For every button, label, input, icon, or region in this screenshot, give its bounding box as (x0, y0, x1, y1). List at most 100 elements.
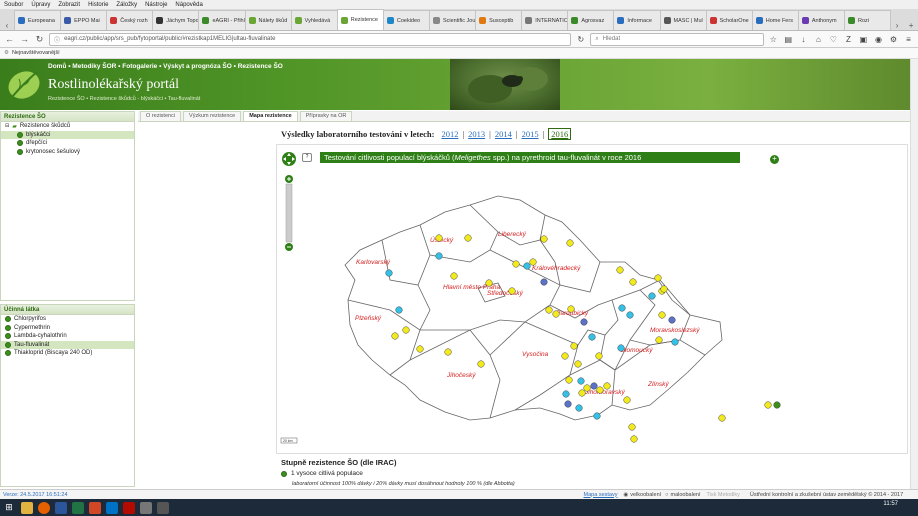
sample-point[interactable] (512, 260, 520, 268)
sample-point[interactable] (435, 234, 443, 242)
sample-point[interactable] (655, 336, 663, 344)
content-tab[interactable]: Mapa rezistence (243, 111, 298, 121)
sample-point[interactable] (603, 382, 611, 390)
sample-point[interactable] (485, 279, 493, 287)
sample-point[interactable] (565, 376, 573, 384)
browser-tab[interactable]: Susceptib (475, 10, 523, 30)
browser-tab[interactable]: Anthonym (797, 10, 845, 30)
browser-tab[interactable]: ScholarOne (705, 10, 753, 30)
sample-point[interactable] (575, 404, 583, 412)
hamburger-menu-icon[interactable]: ≡ (903, 33, 914, 45)
sample-point[interactable] (654, 274, 662, 282)
browser-tab[interactable]: Jáchym Topo (152, 10, 200, 30)
browser-tab[interactable]: Informace (613, 10, 661, 30)
sample-point[interactable] (590, 382, 598, 390)
sample-point[interactable] (529, 258, 537, 266)
browser-tab[interactable]: Europeana (14, 10, 62, 30)
breadcrumb[interactable]: Rezistence ŠO • Rezistence škůdců - blýs… (48, 96, 200, 102)
sample-point[interactable] (508, 287, 516, 295)
sample-point[interactable] (628, 423, 636, 431)
app-icon[interactable] (140, 501, 152, 514)
substance-item[interactable]: Tau-fluvalinát (1, 340, 134, 349)
substance-item[interactable]: Chlorpyrifos (1, 315, 134, 324)
settings-icon[interactable]: ⚙ (888, 33, 899, 45)
sample-point[interactable] (570, 342, 578, 350)
year-link[interactable]: 2015 (522, 129, 539, 139)
year-link[interactable]: 2014 (495, 129, 512, 139)
reader-icon[interactable]: ▤ (783, 33, 794, 45)
substance-item[interactable]: Thiakloprid (Biscaya 240 OD) (1, 349, 134, 358)
sample-point[interactable] (464, 234, 472, 242)
menu-item[interactable]: Soubor (4, 2, 23, 8)
sample-point[interactable] (566, 239, 574, 247)
tree-item[interactable]: dřepčíci (1, 139, 134, 148)
app-icon[interactable] (157, 501, 169, 514)
browser-tab[interactable]: Rezistence (336, 9, 384, 30)
sample-point[interactable] (671, 338, 679, 346)
reload-button[interactable]: ↻ (34, 33, 45, 45)
sample-point[interactable] (773, 401, 781, 409)
sample-point[interactable] (596, 386, 604, 394)
browser-tab[interactable]: eAGRI - Přihlá (198, 10, 246, 30)
browser-tab[interactable]: Coekideo (382, 10, 430, 30)
browser-tab[interactable]: Český rozh (106, 10, 154, 30)
sample-point[interactable] (391, 332, 399, 340)
browser-tab[interactable]: MASC | Mul (659, 10, 707, 30)
browser-tab[interactable]: Agrosvaz (567, 10, 615, 30)
sample-point[interactable] (450, 272, 458, 280)
browser-tab[interactable]: Rozi (843, 10, 892, 30)
sample-point[interactable] (561, 352, 569, 360)
forward-button[interactable]: → (19, 33, 30, 45)
content-tab[interactable]: O rezistenci (140, 111, 182, 121)
star-icon[interactable]: ☆ (768, 33, 779, 45)
browser-tab[interactable]: INTERNATION (521, 10, 569, 30)
sample-point[interactable] (629, 278, 637, 286)
sample-point[interactable] (444, 348, 452, 356)
help-link[interactable]: Mapa sestavy (584, 492, 618, 498)
info-icon[interactable]: ⓘ (54, 35, 60, 44)
sample-point[interactable] (545, 306, 553, 314)
sample-point[interactable] (402, 326, 410, 334)
year-link[interactable]: 2012 (441, 129, 458, 139)
menu-item[interactable]: Historie (88, 2, 108, 8)
radio-large-icon[interactable]: ◉ (623, 492, 628, 498)
tab-scroll-right-icon[interactable]: › (890, 21, 904, 30)
sample-point[interactable] (540, 235, 548, 243)
menu-item[interactable]: Nástroje (145, 2, 167, 8)
portal-nav-links[interactable]: Domů • Metodiky ŠOR • Fotogalerie • Výsk… (48, 63, 283, 70)
browser-tab[interactable]: Vyhledává (290, 10, 338, 30)
screenshot-icon[interactable]: ▣ (858, 33, 869, 45)
sample-point[interactable] (567, 305, 575, 313)
outlook-icon[interactable] (106, 501, 118, 514)
substance-item[interactable]: Cypermethrin (1, 324, 134, 333)
windows-start-icon[interactable]: ⊞ (2, 502, 16, 513)
sample-point[interactable] (718, 414, 726, 422)
year-link[interactable]: 2016 (548, 128, 572, 140)
czech-regions-map[interactable]: ÚsteckýLibereckýKarlovarskýKrálovéhradec… (276, 140, 910, 450)
sample-point[interactable] (616, 266, 624, 274)
sample-point[interactable] (477, 360, 485, 368)
browser-tab[interactable]: Scientific Journ (428, 10, 477, 30)
sample-point[interactable] (574, 360, 582, 368)
sample-point[interactable] (562, 390, 570, 398)
sample-point[interactable] (385, 269, 393, 277)
sample-point[interactable] (660, 285, 668, 293)
sample-point[interactable] (630, 435, 638, 443)
year-link[interactable]: 2013 (468, 129, 485, 139)
sample-point[interactable] (578, 389, 586, 397)
sample-point[interactable] (668, 316, 676, 324)
bookmark-most-visited[interactable]: Nejnavštěvovanější (12, 50, 60, 56)
radio-large-label[interactable]: velkoobalení (630, 492, 661, 498)
print-link[interactable]: Tisk Metodiky (706, 492, 739, 498)
sample-point[interactable] (626, 311, 634, 319)
url-bar[interactable]: ⓘ eagri.cz/public/app/srs_pub/fytoportal… (49, 32, 572, 46)
browser-tab[interactable]: Home Fers (751, 10, 799, 30)
menu-item[interactable]: Záložky (116, 2, 137, 8)
browser-tab[interactable]: Nálety škůd (244, 10, 292, 30)
sample-point[interactable] (540, 278, 548, 286)
sample-point[interactable] (618, 304, 626, 312)
excel-icon[interactable] (72, 501, 84, 514)
sample-point[interactable] (435, 252, 443, 260)
sample-point[interactable] (658, 311, 666, 319)
sample-point[interactable] (552, 310, 560, 318)
